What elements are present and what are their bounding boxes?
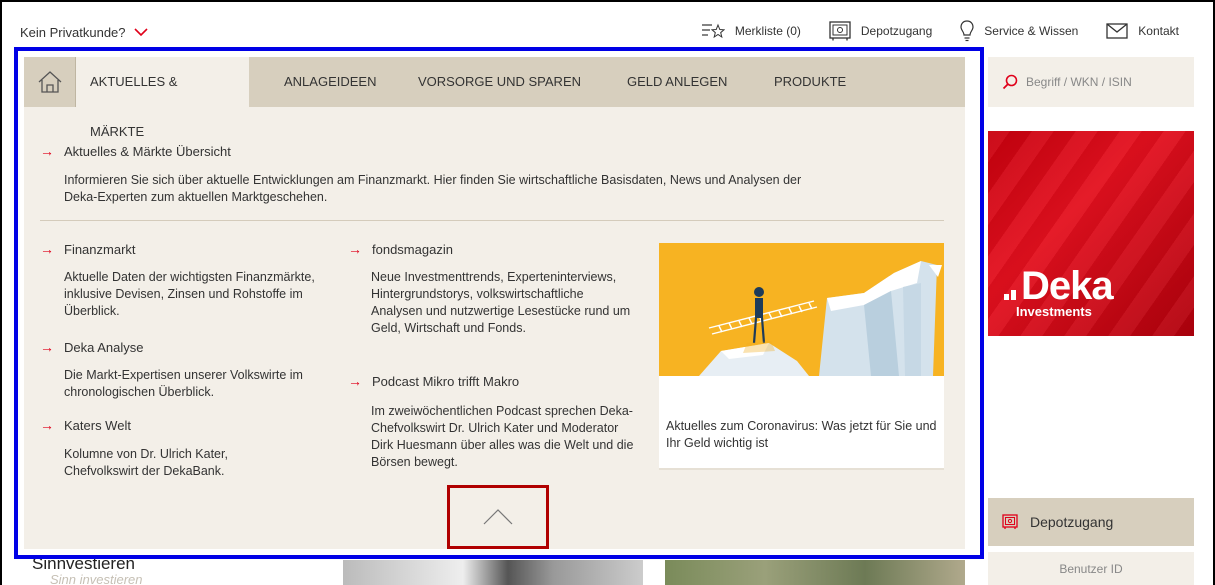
customer-switch-label: Kein Privatkunde? — [20, 25, 126, 40]
chevron-up-icon — [483, 509, 513, 525]
menu-link-fondsmagazin[interactable]: → fondsmagazin — [348, 241, 453, 257]
menu-item-desc: Im zweiwöchentlichen Podcast sprechen De… — [371, 404, 634, 469]
top-bar: Kein Privatkunde? Merkliste (0) Depotzug… — [0, 0, 1215, 48]
teaser-illustration — [659, 243, 944, 376]
search-icon — [1002, 74, 1018, 90]
collapse-menu-button[interactable] — [447, 485, 549, 549]
arrow-right-icon: → — [348, 373, 362, 389]
depotzugang-link[interactable]: Depotzugang — [829, 21, 932, 41]
star-list-icon — [701, 23, 725, 39]
peek-script: Sinn investieren — [50, 572, 143, 585]
menu-item-desc: Neue Investmenttrends, Experteninterview… — [371, 270, 631, 335]
menu-link-label: Podcast Mikro trifft Makro — [372, 373, 520, 389]
arrow-right-icon: → — [40, 339, 54, 355]
lightbulb-icon — [960, 20, 974, 42]
menu-overview-desc: Informieren Sie sich über aktuelle Entwi… — [64, 173, 802, 204]
depotzugang-label: Depotzugang — [860, 24, 933, 38]
page-content-peek: Sinnvestieren Sinn investieren — [20, 548, 980, 585]
arrow-right-icon: → — [40, 241, 54, 257]
menu-link-katers-welt[interactable]: → Katers Welt — [40, 417, 131, 433]
kontakt-label: Kontakt — [1138, 24, 1179, 38]
teaser-image[interactable] — [343, 560, 643, 585]
arrow-right-icon: → — [40, 143, 54, 159]
safe-icon — [829, 21, 851, 41]
home-icon — [38, 71, 61, 93]
menu-link-label: Katers Welt — [64, 417, 131, 433]
service-link[interactable]: Service & Wissen — [960, 20, 1078, 42]
depotzugang-panel[interactable]: Depotzugang — [988, 498, 1194, 546]
menu-link-podcast[interactable]: → Podcast Mikro trifft Makro — [348, 373, 519, 389]
customer-switch[interactable]: Kein Privatkunde? — [20, 25, 148, 40]
menu-item-desc: Aktuelle Daten der wichtigsten Finanzmär… — [64, 270, 315, 318]
divider — [40, 220, 944, 221]
search-input[interactable]: Begriff / WKN / ISIN — [988, 57, 1194, 107]
teaser-caption: Aktuelles zum Coronavirus: Was jetzt für… — [666, 419, 937, 450]
envelope-icon — [1106, 23, 1128, 39]
menu-link-finanzmarkt[interactable]: → Finanzmarkt — [40, 241, 136, 257]
corona-teaser-card[interactable]: Aktuelles zum Coronavirus: Was jetzt für… — [659, 243, 944, 470]
user-id-field[interactable]: Benutzer ID — [988, 552, 1194, 585]
chevron-down-icon — [133, 26, 148, 39]
safe-icon — [1002, 514, 1018, 529]
home-button[interactable] — [24, 57, 76, 107]
tab-anlageideen[interactable]: ANLAGEIDEEN — [270, 57, 390, 107]
arrow-right-icon: → — [40, 417, 54, 433]
user-id-label: Benutzer ID — [1059, 562, 1123, 576]
depotzugang-panel-label: Depotzugang — [1030, 514, 1114, 530]
tab-geld-anlegen[interactable]: GELD ANLEGEN — [613, 57, 741, 107]
deka-brand: Deka — [1021, 264, 1114, 308]
menu-link-deka-analyse[interactable]: → Deka Analyse — [40, 339, 144, 355]
teaser-image[interactable] — [665, 560, 965, 585]
service-label: Service & Wissen — [984, 24, 1079, 38]
kontakt-link[interactable]: Kontakt — [1106, 23, 1179, 39]
menu-item-desc: Die Markt-Expertisen unserer Volkswirte … — [64, 368, 303, 399]
tab-aktuelles-maerkte[interactable]: AKTUELLES & MÄRKTE — [76, 57, 249, 139]
deka-logo: Deka Investments — [1004, 264, 1114, 319]
mega-menu: AKTUELLES & MÄRKTE ANLAGEIDEEN VORSORGE … — [24, 57, 965, 549]
menu-link-label: Finanzmarkt — [64, 241, 136, 257]
peek-title: Sinnvestieren — [32, 554, 136, 573]
main-nav: AKTUELLES & MÄRKTE ANLAGEIDEEN VORSORGE … — [24, 57, 965, 139]
menu-item-desc: Kolumne von Dr. Ulrich Kater, Chefvolksw… — [64, 447, 228, 478]
menu-link-label: fondsmagazin — [372, 241, 453, 257]
merkliste-link[interactable]: Merkliste (0) — [701, 22, 801, 40]
deka-bars-icon — [1004, 290, 1018, 300]
tab-vorsorge-und-sparen[interactable]: VORSORGE UND SPAREN — [404, 57, 595, 107]
menu-link-overview[interactable]: → Aktuelles & Märkte Übersicht — [40, 143, 231, 159]
menu-link-overview-label: Aktuelles & Märkte Übersicht — [64, 143, 231, 159]
menu-link-label: Deka Analyse — [64, 339, 144, 355]
search-placeholder: Begriff / WKN / ISIN — [1026, 75, 1132, 89]
service-nav: Merkliste (0) Depotzugang Service & Wiss… — [673, 20, 1179, 42]
tab-produkte[interactable]: PRODUKTE — [760, 57, 860, 107]
merkliste-label: Merkliste (0) — [734, 24, 801, 38]
arrow-right-icon: → — [348, 241, 362, 257]
